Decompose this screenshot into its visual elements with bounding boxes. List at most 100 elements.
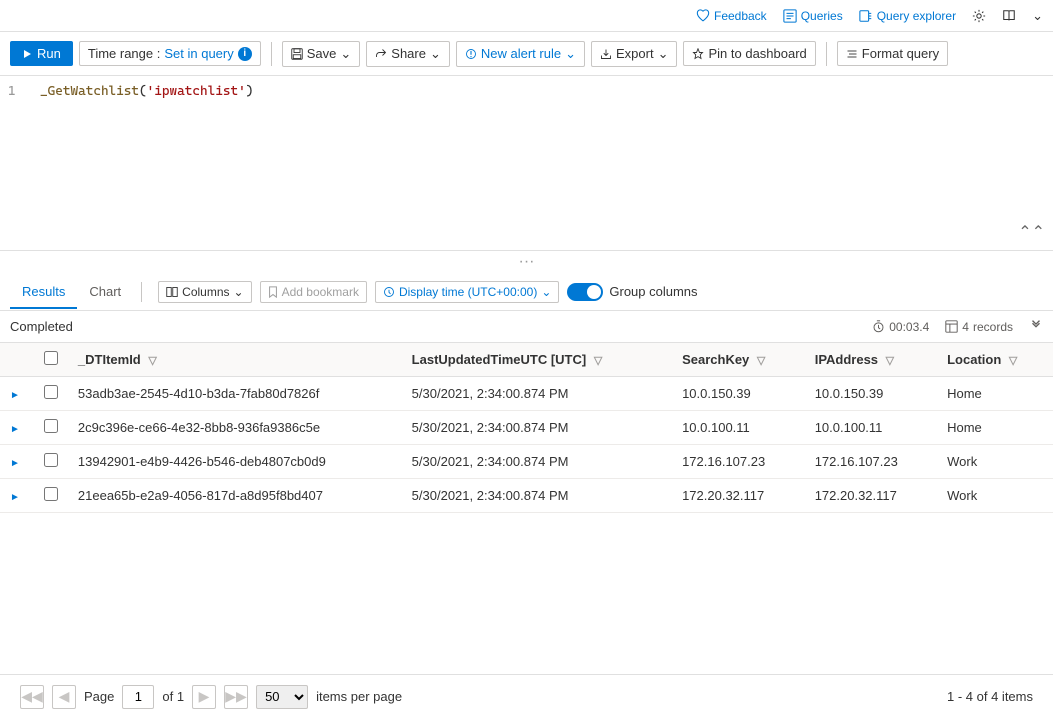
filter-searchkey-icon[interactable]: ▽ xyxy=(757,355,765,367)
info-icon: i xyxy=(238,47,252,61)
tab-results[interactable]: Results xyxy=(10,276,77,309)
row-expand-icon[interactable]: ► xyxy=(10,424,20,435)
row-checkbox[interactable] xyxy=(44,385,58,399)
columns-chevron[interactable]: ⌄ xyxy=(234,285,244,299)
filter-location-icon[interactable]: ▽ xyxy=(1009,355,1017,367)
toggle-switch[interactable] xyxy=(567,283,603,301)
feedback-label: Feedback xyxy=(714,9,767,23)
share-chevron[interactable]: ⌄ xyxy=(430,46,441,62)
alert-icon xyxy=(465,48,477,60)
table-row: ► 53adb3ae-2545-4d10-b3da-7fab80d7826f 5… xyxy=(0,377,1053,411)
share-button[interactable]: Share ⌄ xyxy=(366,41,450,67)
time-range-button[interactable]: Time range : Set in query i xyxy=(79,41,261,66)
settings-button[interactable] xyxy=(972,9,986,23)
row-location: Work xyxy=(937,479,1053,513)
prev-page-button[interactable]: ◀ xyxy=(52,685,76,709)
time-elapsed-value: 00:03.4 xyxy=(889,320,929,334)
row-location: Work xyxy=(937,445,1053,479)
row-expand-icon[interactable]: ► xyxy=(10,492,20,503)
col-header-lastupdated: LastUpdatedTimeUTC [UTC] ▽ xyxy=(402,343,672,377)
pagination: ◀◀ ◀ Page of 1 ▶ ▶▶ 50 100 200 items per… xyxy=(0,674,1053,718)
pin-to-dashboard-button[interactable]: Pin to dashboard xyxy=(683,41,815,66)
col-searchkey-label: SearchKey xyxy=(682,352,749,367)
export-button[interactable]: Export ⌄ xyxy=(591,41,677,67)
last-page-button[interactable]: ▶▶ xyxy=(224,685,248,709)
status-bar: Completed 00:03.4 4 records xyxy=(0,311,1053,343)
first-page-button[interactable]: ◀◀ xyxy=(20,685,44,709)
timer-icon xyxy=(872,320,885,333)
row-lastupdated: 5/30/2021, 2:34:00.874 PM xyxy=(402,377,672,411)
status-text: Completed xyxy=(10,319,73,334)
filter-ipaddress-icon[interactable]: ▽ xyxy=(886,355,894,367)
row-ipaddress: 172.20.32.117 xyxy=(805,479,937,513)
expand-button[interactable] xyxy=(1029,318,1043,335)
results-table: _DTItemId ▽ LastUpdatedTimeUTC [UTC] ▽ S… xyxy=(0,343,1053,513)
row-ipaddress: 10.0.100.11 xyxy=(805,411,937,445)
run-label: Run xyxy=(37,46,61,61)
col-header-expand xyxy=(0,343,34,377)
row-checkbox[interactable] xyxy=(44,453,58,467)
add-bookmark-button[interactable]: Add bookmark xyxy=(260,281,367,303)
code-argument: 'ipwatchlist' xyxy=(147,84,246,99)
alert-chevron[interactable]: ⌄ xyxy=(565,46,576,62)
display-time-chevron[interactable]: ⌄ xyxy=(541,285,551,299)
col-header-checkbox xyxy=(34,343,68,377)
query-explorer-button[interactable]: Query explorer xyxy=(859,9,956,23)
results-area: Results Chart Columns ⌄ Add bookmark xyxy=(0,273,1053,718)
col-header-searchkey: SearchKey ▽ xyxy=(672,343,805,377)
row-searchkey: 172.20.32.117 xyxy=(672,479,805,513)
save-icon xyxy=(291,48,303,60)
gear-icon xyxy=(972,9,986,23)
page-input[interactable] xyxy=(122,685,154,709)
row-expand-icon[interactable]: ► xyxy=(10,458,20,469)
table-row: ► 21eea65b-e2a9-4056-817d-a8d95f8bd407 5… xyxy=(0,479,1053,513)
tab-chart[interactable]: Chart xyxy=(77,276,133,309)
results-tabs-bar: Results Chart Columns ⌄ Add bookmark xyxy=(0,273,1053,311)
top-bar: Feedback Queries Query explorer ⌄ xyxy=(0,0,1053,32)
format-query-button[interactable]: Format query xyxy=(837,41,948,66)
save-button[interactable]: Save ⌄ xyxy=(282,41,361,67)
save-label: Save xyxy=(307,46,337,61)
per-page-select[interactable]: 50 100 200 xyxy=(256,685,308,709)
filter-lastupdated-icon[interactable]: ▽ xyxy=(594,355,602,367)
run-button[interactable]: Run xyxy=(10,41,73,66)
row-lastupdated: 5/30/2021, 2:34:00.874 PM xyxy=(402,411,672,445)
row-expand-icon[interactable]: ► xyxy=(10,390,20,401)
row-expand-cell: ► xyxy=(0,445,34,479)
new-alert-rule-button[interactable]: New alert rule ⌄ xyxy=(456,41,585,67)
next-page-button[interactable]: ▶ xyxy=(192,685,216,709)
row-checkbox[interactable] xyxy=(44,419,58,433)
feedback-button[interactable]: Feedback xyxy=(696,9,767,23)
filter-dtitemid-icon[interactable]: ▽ xyxy=(148,355,156,367)
query-editor[interactable]: 1 _GetWatchlist('ipwatchlist') ⌃⌃ xyxy=(0,76,1053,251)
columns-button[interactable]: Columns ⌄ xyxy=(158,281,251,303)
editor-dots: ··· xyxy=(0,251,1053,273)
table-body: ► 53adb3ae-2545-4d10-b3da-7fab80d7826f 5… xyxy=(0,377,1053,513)
display-time-button[interactable]: Display time (UTC+00:00) ⌄ xyxy=(375,281,559,303)
new-alert-rule-label: New alert rule xyxy=(481,46,561,61)
query-explorer-icon xyxy=(859,9,873,23)
row-checkbox-cell xyxy=(34,377,68,411)
export-chevron[interactable]: ⌄ xyxy=(658,46,669,62)
bookmark-icon xyxy=(268,286,278,298)
columns-icon xyxy=(166,286,178,298)
time-range-label: Time range : xyxy=(88,46,161,61)
row-expand-cell: ► xyxy=(0,411,34,445)
group-columns-toggle[interactable]: Group columns xyxy=(567,283,697,301)
row-checkbox[interactable] xyxy=(44,487,58,501)
chevron-down-icon[interactable]: ⌄ xyxy=(1032,8,1043,24)
row-location: Home xyxy=(937,377,1053,411)
page-range-info: 1 - 4 of 4 items xyxy=(947,689,1033,704)
toolbar-divider-1 xyxy=(271,42,272,66)
header-checkbox[interactable] xyxy=(44,351,58,365)
columns-label: Columns xyxy=(182,285,229,299)
save-chevron[interactable]: ⌄ xyxy=(340,46,351,62)
export-icon xyxy=(600,48,612,60)
collapse-button[interactable]: ⌃⌃ xyxy=(1018,222,1045,242)
time-elapsed: 00:03.4 xyxy=(872,320,929,334)
row-expand-cell: ► xyxy=(0,479,34,513)
queries-button[interactable]: Queries xyxy=(783,9,843,23)
book-icon-button[interactable] xyxy=(1002,9,1016,23)
page-label: Page xyxy=(84,689,114,704)
row-id: 21eea65b-e2a9-4056-817d-a8d95f8bd407 xyxy=(68,479,402,513)
